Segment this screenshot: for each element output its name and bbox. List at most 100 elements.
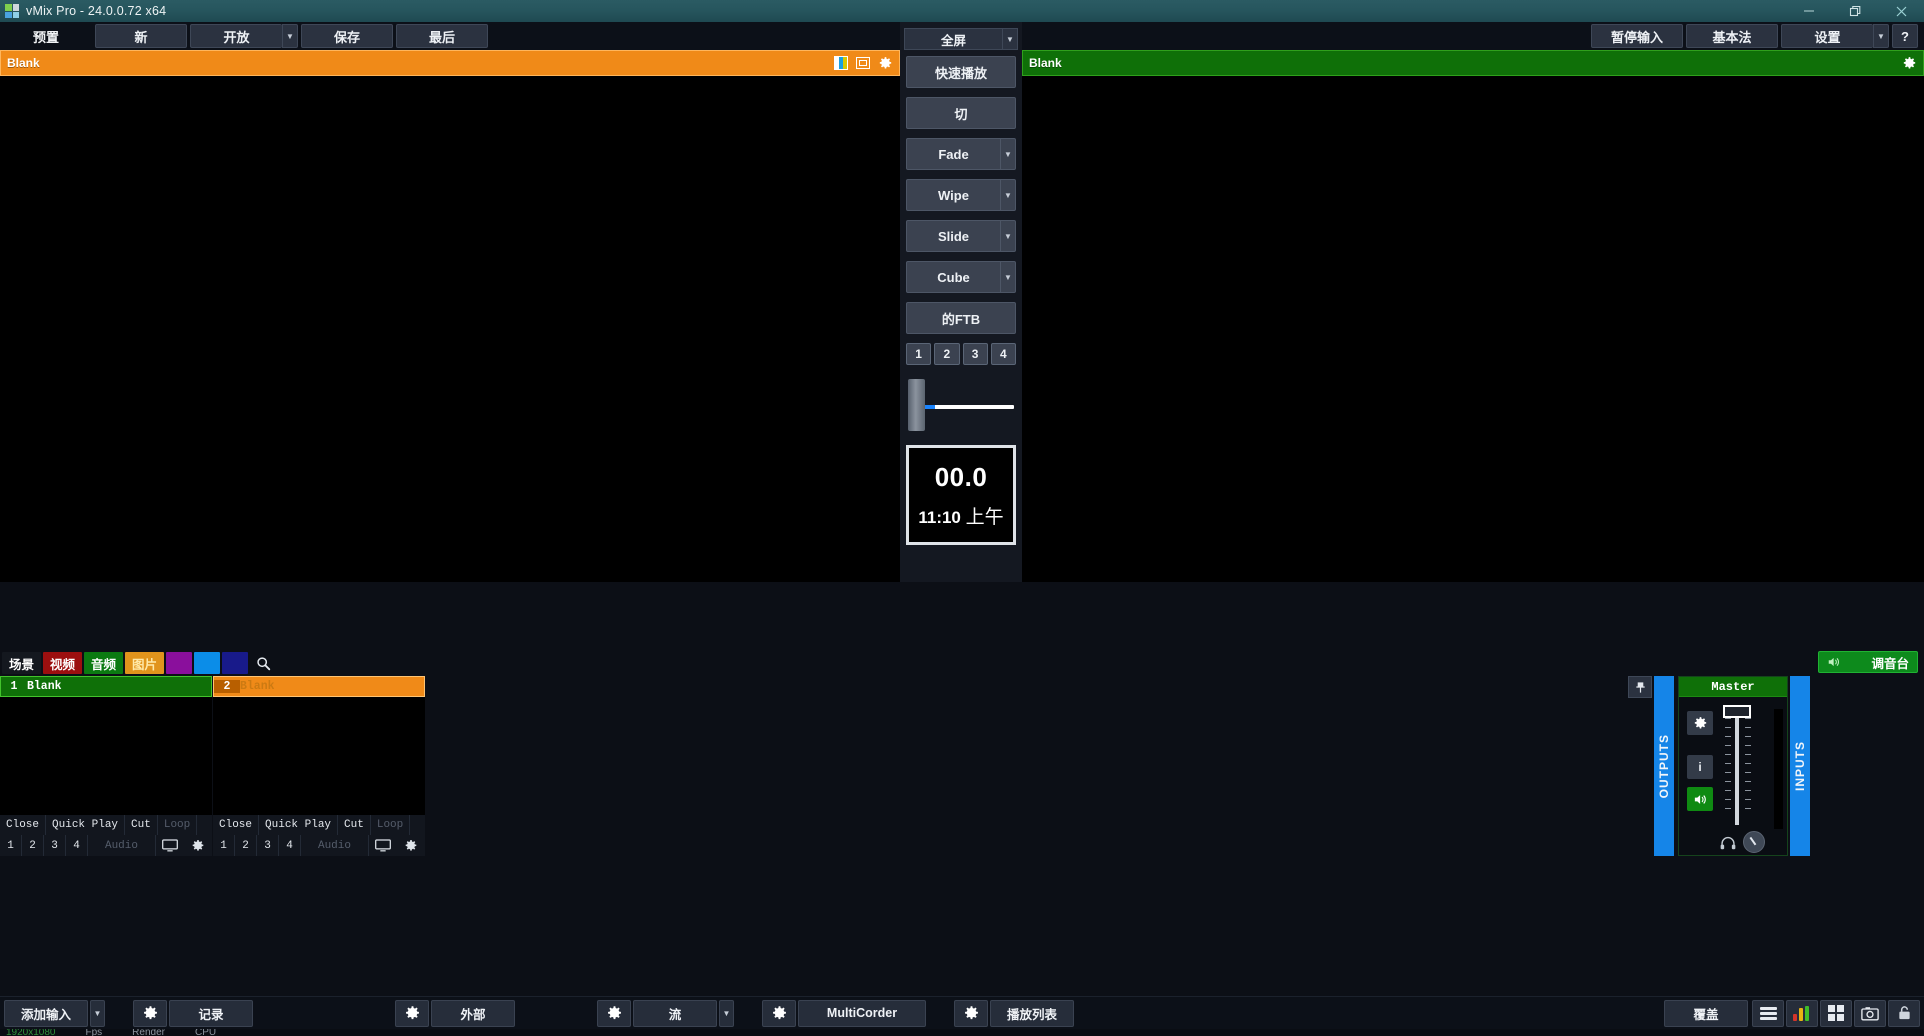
fader-track[interactable] — [920, 405, 1014, 409]
speaker-icon[interactable] — [1687, 787, 1713, 811]
fader-handle[interactable] — [908, 379, 925, 431]
master-fader-handle[interactable] — [1723, 705, 1751, 718]
windowed-icon[interactable] — [856, 57, 870, 69]
input-audio-button[interactable]: Audio — [88, 835, 156, 856]
info-button[interactable]: i — [1687, 755, 1713, 779]
lock-icon[interactable] — [1888, 1000, 1920, 1027]
chevron-down-icon[interactable]: ▼ — [1000, 221, 1015, 251]
input-close-button[interactable]: Close — [213, 815, 259, 835]
transition-wipe-button[interactable]: Wipe ▼ — [906, 179, 1016, 211]
input-layer-3[interactable]: 3 — [44, 835, 66, 856]
input-cut-button[interactable]: Cut — [125, 815, 158, 835]
add-input-button[interactable]: 添加输入 — [4, 1000, 88, 1027]
preview-video-surface[interactable] — [0, 76, 900, 582]
input-thumbnail[interactable] — [213, 697, 425, 815]
tab-swatch-blue[interactable] — [194, 652, 220, 674]
audio-levels-icon[interactable] — [1786, 1000, 1818, 1027]
input-loop-button[interactable]: Loop — [158, 815, 197, 835]
hamburger-icon[interactable] — [1752, 1000, 1784, 1027]
t-bar-fader[interactable] — [906, 379, 1016, 433]
gear-icon[interactable] — [1687, 711, 1713, 735]
transition-slot-2[interactable]: 2 — [934, 343, 959, 365]
multicorder-settings-gear-icon[interactable] — [762, 1000, 796, 1027]
volume-dial-icon[interactable] — [1743, 831, 1765, 853]
fullscreen-button[interactable]: 全屏 — [904, 28, 1002, 50]
external-settings-gear-icon[interactable] — [395, 1000, 429, 1027]
input-card-2[interactable]: 2 Blank Close Quick Play Cut Loop 1 2 3 … — [213, 676, 425, 856]
tab-images[interactable]: 图片 — [125, 652, 164, 674]
input-layer-1[interactable]: 1 — [0, 835, 22, 856]
outputs-tab[interactable]: OUTPUTS — [1654, 676, 1674, 856]
menu-button-save[interactable]: 保存 — [301, 24, 393, 48]
input-layer-2[interactable]: 2 — [22, 835, 44, 856]
overlay-button[interactable]: 覆盖 — [1664, 1000, 1748, 1027]
stream-settings-gear-icon[interactable] — [597, 1000, 631, 1027]
input-quickplay-button[interactable]: Quick Play — [259, 815, 338, 835]
transition-cube-button[interactable]: Cube ▼ — [906, 261, 1016, 293]
menu-tab-preset[interactable]: 预置 — [0, 23, 92, 49]
input-close-button[interactable]: Close — [0, 815, 46, 835]
pin-icon[interactable] — [1628, 676, 1652, 698]
inputs-tab[interactable]: INPUTS — [1790, 676, 1810, 856]
preview-pane[interactable]: Blank — [0, 50, 900, 582]
transition-slot-4[interactable]: 4 — [991, 343, 1016, 365]
stream-button[interactable]: 流 — [633, 1000, 717, 1027]
transition-slot-3[interactable]: 3 — [963, 343, 988, 365]
cut-button[interactable]: 切 — [906, 97, 1016, 129]
help-button[interactable]: ? — [1892, 24, 1918, 48]
restore-icon[interactable] — [1832, 0, 1878, 22]
monitor-icon[interactable] — [156, 835, 184, 856]
menu-button-settings[interactable]: 设置 — [1781, 24, 1873, 48]
audio-mixer-toggle-button[interactable]: 调音台 — [1818, 651, 1918, 673]
input-card-1[interactable]: 1 Blank Close Quick Play Cut Loop 1 2 3 … — [0, 676, 212, 856]
playlist-button[interactable]: 播放列表 — [990, 1000, 1074, 1027]
tab-audio[interactable]: 音频 — [84, 652, 123, 674]
external-button[interactable]: 外部 — [431, 1000, 515, 1027]
input-layer-3[interactable]: 3 — [257, 835, 279, 856]
input-audio-button[interactable]: Audio — [301, 835, 369, 856]
search-icon[interactable] — [250, 652, 276, 674]
gear-icon[interactable] — [1902, 56, 1917, 71]
gear-icon[interactable] — [184, 835, 212, 856]
chevron-down-icon[interactable]: ▼ — [719, 1000, 734, 1027]
chevron-down-icon[interactable]: ▼ — [1873, 24, 1889, 48]
record-button[interactable]: 记录 — [169, 1000, 253, 1027]
transition-slot-1[interactable]: 1 — [906, 343, 931, 365]
menu-button-last[interactable]: 最后 — [396, 24, 488, 48]
input-quickplay-button[interactable]: Quick Play — [46, 815, 125, 835]
color-bars-icon[interactable] — [834, 56, 848, 70]
monitor-icon[interactable] — [369, 835, 397, 856]
transition-slide-button[interactable]: Slide ▼ — [906, 220, 1016, 252]
input-loop-button[interactable]: Loop — [371, 815, 410, 835]
ftb-button[interactable]: 的FTB — [906, 302, 1016, 334]
multiview-grid-icon[interactable] — [1820, 1000, 1852, 1027]
tab-swatch-purple[interactable] — [166, 652, 192, 674]
input-layer-4[interactable]: 4 — [66, 835, 88, 856]
chevron-down-icon[interactable]: ▼ — [1002, 28, 1018, 50]
multicorder-button[interactable]: MultiCorder — [798, 1000, 926, 1027]
gear-icon[interactable] — [397, 835, 425, 856]
input-thumbnail[interactable] — [0, 697, 212, 815]
chevron-down-icon[interactable]: ▼ — [1000, 139, 1015, 169]
menu-button-pause-input[interactable]: 暂停输入 — [1591, 24, 1683, 48]
snapshot-camera-icon[interactable] — [1854, 1000, 1886, 1027]
input-layer-4[interactable]: 4 — [279, 835, 301, 856]
chevron-down-icon[interactable]: ▼ — [90, 1000, 105, 1027]
minimize-icon[interactable] — [1786, 0, 1832, 22]
chevron-down-icon[interactable]: ▼ — [1000, 262, 1015, 292]
quick-play-button[interactable]: 快速播放 — [906, 56, 1016, 88]
menu-button-new[interactable]: 新 — [95, 24, 187, 48]
menu-button-open[interactable]: 开放 — [190, 24, 282, 48]
tab-swatch-navy[interactable] — [222, 652, 248, 674]
transition-fade-button[interactable]: Fade ▼ — [906, 138, 1016, 170]
close-icon[interactable] — [1878, 0, 1924, 22]
chevron-down-icon[interactable]: ▼ — [282, 24, 298, 48]
menu-button-basic[interactable]: 基本法 — [1686, 24, 1778, 48]
headphones-icon[interactable] — [1719, 835, 1737, 851]
input-layer-1[interactable]: 1 — [213, 835, 235, 856]
input-layer-2[interactable]: 2 — [235, 835, 257, 856]
playlist-settings-gear-icon[interactable] — [954, 1000, 988, 1027]
chevron-down-icon[interactable]: ▼ — [1000, 180, 1015, 210]
master-volume-fader[interactable] — [1735, 709, 1739, 825]
program-video-surface[interactable] — [1022, 76, 1924, 582]
